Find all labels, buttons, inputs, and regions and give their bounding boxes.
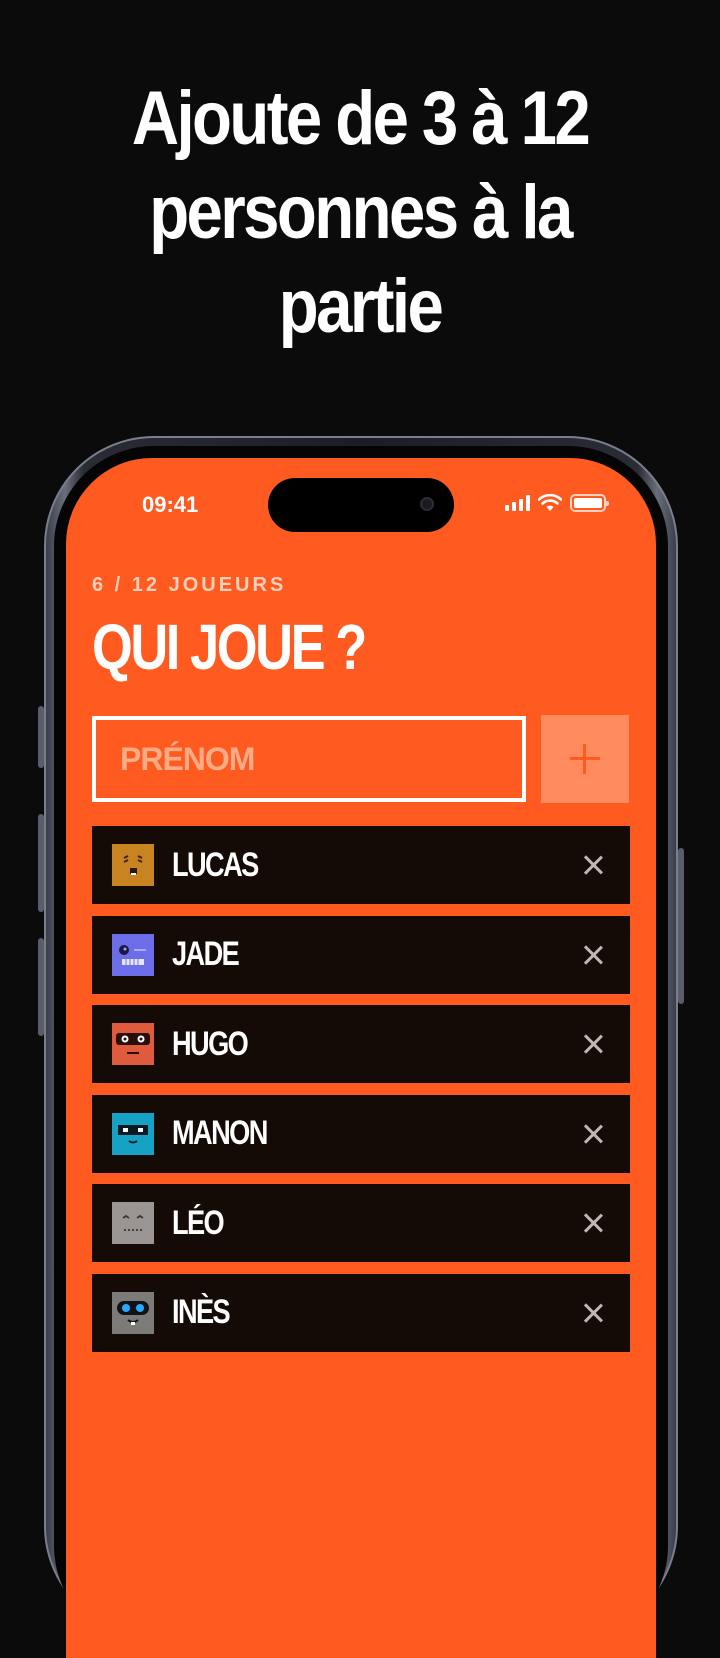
headline-line-2: personnes à la [149, 170, 573, 255]
avatar-jade [112, 933, 154, 976]
avatar-hugo [112, 1023, 154, 1066]
remove-player-icon[interactable] [578, 1208, 608, 1238]
avatar-manon [112, 1112, 154, 1155]
player-row: LÉO [92, 1184, 630, 1263]
avatar-lucas [112, 844, 154, 886]
player-name: JADE [172, 935, 240, 974]
camera-icon [420, 497, 434, 511]
avatar-ines [112, 1291, 154, 1334]
volume-up-button [38, 814, 44, 912]
remove-player-icon[interactable] [578, 1298, 608, 1328]
page-title: QUI JOUE ? [92, 611, 367, 683]
remove-player-icon[interactable] [578, 1119, 608, 1149]
player-name: HUGO [172, 1024, 249, 1063]
name-input[interactable] [92, 716, 526, 802]
add-player-button[interactable] [541, 715, 629, 803]
avatar-leo [112, 1202, 154, 1245]
power-button [678, 848, 684, 1004]
plus-icon [570, 744, 600, 774]
volume-down-button [38, 938, 44, 1036]
player-name: LÉO [172, 1203, 225, 1242]
player-row: INÈS [92, 1273, 630, 1352]
player-row: LUCAS [92, 826, 630, 904]
player-row: JADE [92, 915, 630, 994]
battery-icon [570, 494, 609, 512]
wifi-icon [538, 494, 562, 511]
headline-line-3: partie [278, 264, 444, 349]
player-row: HUGO [92, 1005, 630, 1084]
status-icons [505, 494, 609, 512]
player-list: LUCAS JADE HUGO MANON LÉO INÈS [92, 826, 630, 1364]
player-row: MANON [92, 1094, 630, 1173]
player-name: MANON [172, 1114, 268, 1153]
signal-icon [505, 495, 530, 511]
remove-player-icon[interactable] [578, 1029, 608, 1059]
player-name: LUCAS [172, 845, 259, 884]
dynamic-island [268, 478, 454, 532]
action-button [38, 706, 44, 768]
player-name: INÈS [172, 1293, 231, 1332]
app-screen: 09:41 6 / 12 JOUEURS QUI JOUE ? PRÉNOM L… [66, 458, 656, 1658]
player-count-label: 6 / 12 JOUEURS [92, 574, 287, 596]
status-time: 09:41 [142, 492, 199, 517]
headline-line-1: Ajoute de 3 à 12 [131, 76, 591, 161]
headline: Ajoute de 3 à 12 personnes à la partie [50, 72, 669, 354]
remove-player-icon[interactable] [578, 940, 608, 970]
remove-player-icon[interactable] [578, 850, 608, 880]
